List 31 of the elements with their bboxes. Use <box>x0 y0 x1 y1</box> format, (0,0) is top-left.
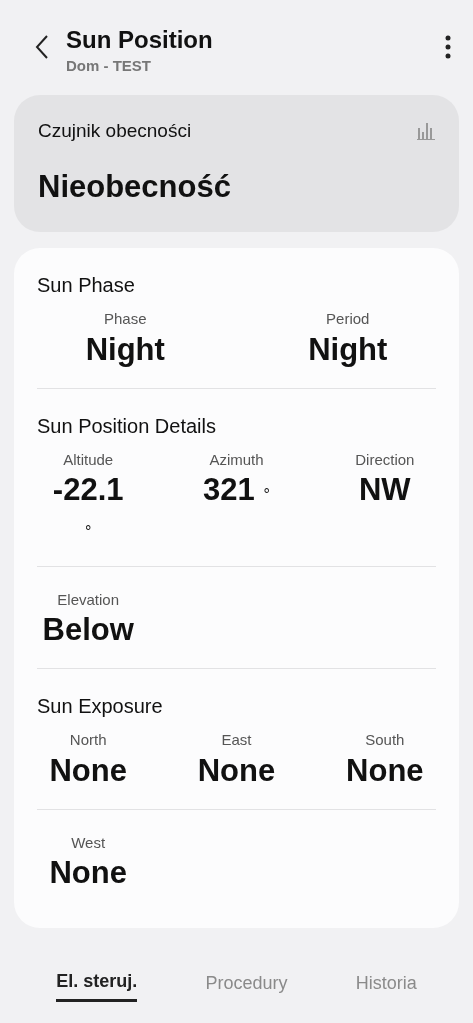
value-label: North <box>68 730 108 751</box>
value-text: None <box>48 751 128 789</box>
tab[interactable]: El. steruj. <box>56 968 138 1002</box>
value-text: Night <box>84 330 166 368</box>
value-text: 321 ° <box>202 471 271 509</box>
sensor-label: Czujnik obecności <box>38 119 192 143</box>
value-label: Azimuth <box>208 449 265 470</box>
value-label: East <box>220 730 253 751</box>
section-title: Sun Exposure <box>37 694 164 720</box>
value-label: Direction <box>354 449 416 470</box>
presence-card[interactable]: Czujnik obecności Nieobecność <box>14 95 459 232</box>
value-label: Altitude <box>62 449 115 470</box>
value-label: South <box>364 730 406 751</box>
value-text: Below <box>41 611 135 649</box>
section-title: Sun Position Details <box>37 413 217 439</box>
more-options-button[interactable] <box>443 34 453 60</box>
section-title: Sun Phase <box>37 273 136 298</box>
value-text: None <box>345 751 425 789</box>
value-text: Night <box>307 330 389 368</box>
value-label: Elevation <box>56 589 120 610</box>
value-text: None <box>48 854 128 892</box>
value-label: Phase <box>102 309 148 329</box>
value-label: West <box>70 832 107 853</box>
value-label: Period <box>325 309 371 329</box>
value-text: -22.1 ° <box>51 471 125 543</box>
screen-subtitle: Dom - TEST <box>66 55 152 76</box>
back-button[interactable] <box>34 34 50 60</box>
screen-title: Sun Position <box>66 26 214 55</box>
value-text: None <box>196 751 277 789</box>
value-text: NW <box>358 471 412 509</box>
sensor-value: Nieobecność <box>38 167 232 206</box>
